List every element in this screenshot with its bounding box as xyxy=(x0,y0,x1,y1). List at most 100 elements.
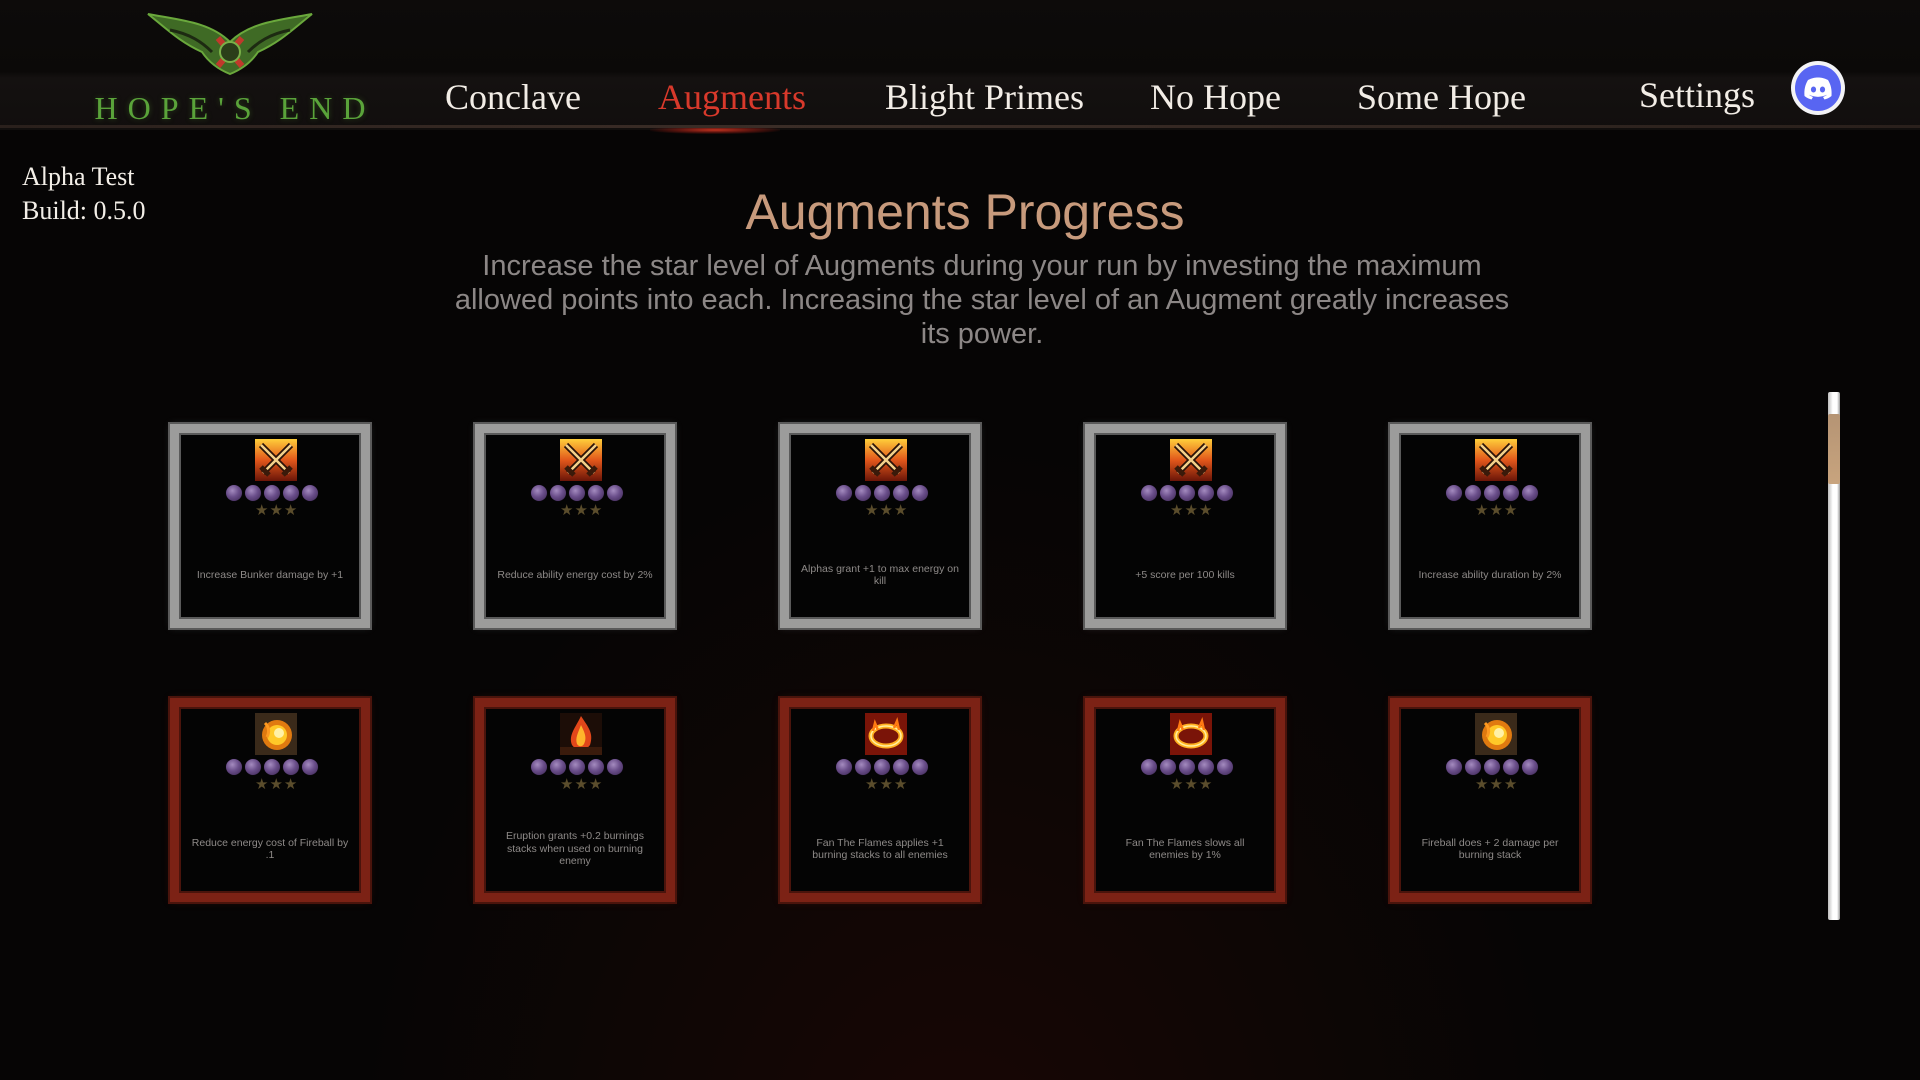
point-orb-icon xyxy=(1198,759,1214,775)
point-orb-icon xyxy=(1198,485,1214,501)
point-orb-icon xyxy=(1503,759,1519,775)
point-orb-icon xyxy=(1446,485,1462,501)
point-orb-icon xyxy=(836,759,852,775)
point-orb-icon xyxy=(302,759,318,775)
nav-some-hope[interactable]: Some Hope xyxy=(1357,76,1526,118)
point-orb-icon xyxy=(1217,485,1233,501)
page-title: Augments Progress xyxy=(745,184,1185,240)
point-orb-icon xyxy=(569,485,585,501)
crossed-swords-icon xyxy=(1170,439,1212,481)
star-rating: ★★★ xyxy=(1170,502,1214,519)
point-orb-icon xyxy=(1465,485,1481,501)
augment-card[interactable]: ★★★ Reduce ability energy cost by 2% xyxy=(475,424,675,628)
point-orb-icon xyxy=(607,485,623,501)
point-orb-icon xyxy=(1484,759,1500,775)
nav-settings[interactable]: Settings xyxy=(1639,74,1755,116)
point-orb-icon xyxy=(874,485,890,501)
discord-button[interactable] xyxy=(1791,61,1845,115)
point-orb-icon xyxy=(1465,759,1481,775)
scrollbar-thumb[interactable] xyxy=(1828,414,1840,484)
point-orb-icon xyxy=(1217,759,1233,775)
point-orb-icon xyxy=(1179,485,1195,501)
page-description: Increase the star level of Augments duri… xyxy=(454,250,1510,350)
point-orb-icon xyxy=(855,759,871,775)
fireball-icon xyxy=(255,713,297,755)
fire-ring-icon xyxy=(1170,713,1212,755)
point-orb-icon xyxy=(588,759,604,775)
augment-description: Increase ability duration by 2% xyxy=(1418,568,1562,581)
crossed-swords-icon xyxy=(255,439,297,481)
augments-screen: HOPE'S END Conclave Augments Blight Prim… xyxy=(0,0,1920,1080)
augment-card[interactable]: ★★★ Increase Bunker damage by +1 xyxy=(170,424,370,628)
crossed-swords-icon xyxy=(560,439,602,481)
augment-description: Alphas grant +1 to max energy on kill xyxy=(801,562,959,588)
fire-ring-icon xyxy=(865,713,907,755)
point-orb-icon xyxy=(226,759,242,775)
point-orb-icon xyxy=(226,485,242,501)
point-orb-icon xyxy=(1141,485,1157,501)
point-orb-icon xyxy=(855,485,871,501)
augment-description: Reduce ability energy cost by 2% xyxy=(497,568,653,581)
nav-blight-primes[interactable]: Blight Primes xyxy=(885,76,1084,118)
game-logo[interactable]: HOPE'S END xyxy=(90,12,380,126)
scrollbar[interactable] xyxy=(1828,392,1840,920)
augment-description: Increase Bunker damage by +1 xyxy=(196,568,344,581)
point-orb-icon xyxy=(1503,485,1519,501)
star-rating: ★★★ xyxy=(865,502,909,519)
star-rating: ★★★ xyxy=(1475,502,1519,519)
augment-card[interactable]: ★★★ Fan The Flames slows all enemies by 1… xyxy=(1085,698,1285,902)
fireball-icon xyxy=(1475,713,1517,755)
augment-card[interactable]: ★★★ Reduce energy cost of Fireball by .1 xyxy=(170,698,370,902)
point-orb-icon xyxy=(1484,485,1500,501)
point-orb-icon xyxy=(302,485,318,501)
augment-description: Eruption grants +0.2 burnings stacks whe… xyxy=(505,830,645,868)
point-orb-icon xyxy=(607,759,623,775)
point-orb-icon xyxy=(550,759,566,775)
crossed-swords-icon xyxy=(865,439,907,481)
point-orb-icon xyxy=(283,485,299,501)
point-orb-icon xyxy=(912,759,928,775)
augment-card[interactable]: ★★★ Fireball does + 2 damage per burning … xyxy=(1390,698,1590,902)
point-orb-icon xyxy=(874,759,890,775)
augment-description: +5 score per 100 kills xyxy=(1135,568,1235,581)
point-orb-icon xyxy=(245,485,261,501)
point-orb-icon xyxy=(893,485,909,501)
point-orb-icon xyxy=(569,759,585,775)
point-orb-icon xyxy=(588,485,604,501)
star-rating: ★★★ xyxy=(1475,776,1519,793)
star-rating: ★★★ xyxy=(560,502,604,519)
crossed-swords-icon xyxy=(1475,439,1517,481)
star-rating: ★★★ xyxy=(1170,776,1214,793)
active-tab-indicator xyxy=(650,126,780,134)
star-rating: ★★★ xyxy=(255,502,299,519)
logo-text: HOPE'S END xyxy=(94,90,376,126)
augment-card[interactable]: ★★★ Eruption grants +0.2 burnings stacks … xyxy=(475,698,675,902)
point-orb-icon xyxy=(1446,759,1462,775)
star-rating: ★★★ xyxy=(255,776,299,793)
eruption-icon xyxy=(560,713,602,755)
star-rating: ★★★ xyxy=(865,776,909,793)
winged-emblem-icon xyxy=(147,13,313,76)
augment-card[interactable]: ★★★ Fan The Flames applies +1 burning sta… xyxy=(780,698,980,902)
point-orb-icon xyxy=(836,485,852,501)
augment-description: Fan The Flames slows all enemies by 1% xyxy=(1125,836,1245,862)
point-orb-icon xyxy=(1160,759,1176,775)
star-rating: ★★★ xyxy=(560,776,604,793)
point-orb-icon xyxy=(264,485,280,501)
top-navigation-bar: HOPE'S END Conclave Augments Blight Prim… xyxy=(0,0,1920,134)
augment-card[interactable]: ★★★ Increase ability duration by 2% xyxy=(1390,424,1590,628)
augment-description: Fireball does + 2 damage per burning sta… xyxy=(1421,836,1559,862)
nav-augments[interactable]: Augments xyxy=(658,76,806,118)
augment-card[interactable]: ★★★ +5 score per 100 kills xyxy=(1085,424,1285,628)
nav-no-hope[interactable]: No Hope xyxy=(1150,76,1281,118)
augment-description: Reduce energy cost of Fireball by .1 xyxy=(191,836,349,862)
point-orb-icon xyxy=(550,485,566,501)
augment-card[interactable]: ★★★ Alphas grant +1 to max energy on kill xyxy=(780,424,980,628)
nav-conclave[interactable]: Conclave xyxy=(445,76,581,118)
point-orb-icon xyxy=(1160,485,1176,501)
point-orb-icon xyxy=(893,759,909,775)
point-orb-icon xyxy=(1522,485,1538,501)
point-orb-icon xyxy=(531,485,547,501)
discord-icon xyxy=(1795,65,1841,111)
point-orb-icon xyxy=(283,759,299,775)
